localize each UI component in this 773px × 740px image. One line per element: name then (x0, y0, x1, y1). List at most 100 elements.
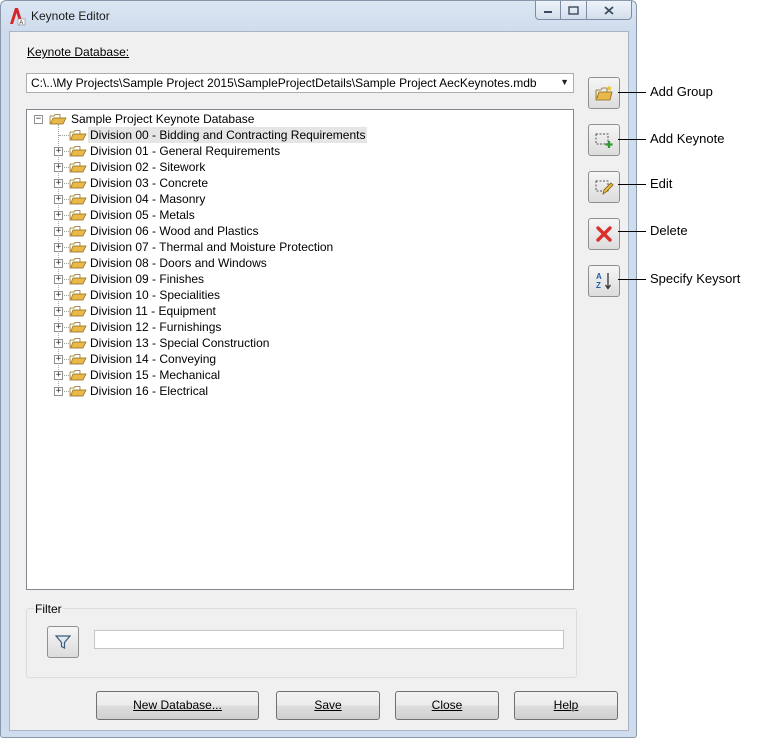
tree-root-label: Sample Project Keynote Database (71, 112, 255, 126)
svg-text:Z: Z (596, 281, 601, 290)
add-group-button[interactable] (588, 77, 620, 109)
expand-toggle-icon[interactable]: + (54, 147, 63, 156)
new-database-button[interactable]: New Database... (96, 691, 259, 720)
delete-icon (596, 226, 612, 242)
filter-input[interactable] (94, 630, 564, 649)
tree-node-label: Division 13 - Special Construction (90, 336, 270, 350)
keynote-tree[interactable]: − Sample Project Keynote Database Division… (26, 109, 574, 590)
tree-node-label: Division 07 - Thermal and Moisture Prote… (90, 240, 334, 254)
expand-toggle-icon[interactable]: + (54, 307, 63, 316)
minimize-button[interactable] (535, 1, 561, 20)
edit-button[interactable] (588, 171, 620, 203)
autocad-app-icon: A (10, 8, 26, 26)
folder-icon (69, 146, 87, 157)
close-button[interactable]: Close (395, 691, 499, 720)
tree-node-label: Division 08 - Doors and Windows (90, 256, 267, 270)
add-group-callout-line (618, 92, 646, 93)
expand-toggle-icon[interactable]: + (54, 371, 63, 380)
keynote-database-label: Keynote Database: (27, 45, 129, 59)
folder-icon (69, 242, 87, 253)
specify-keysort-callout: Specify Keysort (650, 271, 741, 286)
add-keynote-icon (595, 133, 613, 148)
expand-toggle-icon[interactable]: + (54, 339, 63, 348)
svg-text:A: A (596, 272, 602, 281)
folder-icon (69, 226, 87, 237)
tree-node-label: Division 03 - Concrete (90, 176, 209, 190)
restore-icon (568, 5, 579, 15)
tree-node-label: Division 14 - Conveying (90, 352, 217, 366)
expand-toggle-icon[interactable]: + (54, 323, 63, 332)
sort-az-icon: A Z (596, 272, 612, 290)
keynote-database-combobox[interactable]: C:\..\My Projects\Sample Project 2015\Sa… (26, 73, 574, 93)
tree-node-label: Division 02 - Sitework (90, 160, 206, 174)
delete-callout-line (618, 231, 646, 232)
keynote-database-path: C:\..\My Projects\Sample Project 2015\Sa… (31, 76, 537, 90)
window-title: Keynote Editor (31, 9, 110, 23)
tree-node-label: Division 09 - Finishes (90, 272, 205, 286)
delete-callout: Delete (650, 223, 688, 238)
add-group-icon (595, 85, 613, 101)
tree-connector (59, 135, 69, 136)
svg-text:A: A (19, 20, 23, 26)
keynote-editor-window: A Keynote Editor Keynote Database: C:\..… (0, 0, 637, 738)
folder-icon (69, 274, 87, 285)
minimize-icon (544, 11, 552, 13)
add-keynote-callout-line (618, 139, 646, 140)
edit-callout: Edit (650, 176, 673, 191)
folder-icon (69, 162, 87, 173)
folder-icon (69, 370, 87, 381)
folder-icon (69, 338, 87, 349)
window-controls (535, 1, 632, 21)
collapse-toggle-icon[interactable]: − (34, 115, 43, 124)
delete-button[interactable] (588, 218, 620, 250)
filter-button[interactable] (47, 626, 79, 658)
close-window-button[interactable] (587, 1, 632, 20)
expand-toggle-icon[interactable]: + (54, 179, 63, 188)
add-keynote-callout: Add Keynote (650, 131, 725, 146)
expand-toggle-icon[interactable]: + (54, 291, 63, 300)
folder-icon (69, 258, 87, 269)
tree-node-label: Division 11 - Equipment (90, 304, 216, 318)
add-keynote-button[interactable] (588, 124, 620, 156)
tree-node-label: Division 16 - Electrical (90, 384, 209, 398)
save-button[interactable]: Save (276, 691, 380, 720)
help-button[interactable]: Help (514, 691, 618, 720)
expand-toggle-icon[interactable]: + (54, 259, 63, 268)
expand-toggle-icon[interactable]: + (54, 243, 63, 252)
tree-node-label: Division 10 - Specialities (90, 288, 221, 302)
edit-callout-line (618, 184, 646, 185)
keynote-database-label-text: Keynote Database: (27, 45, 130, 59)
folder-icon (69, 194, 87, 205)
dropdown-arrow-icon[interactable]: ▼ (560, 77, 569, 87)
title-bar[interactable]: A Keynote Editor (1, 1, 636, 31)
dialog-client-area: Keynote Database: C:\..\My Projects\Samp… (9, 31, 629, 731)
add-group-callout: Add Group (650, 84, 713, 99)
folder-icon (69, 178, 87, 189)
expand-toggle-icon[interactable]: + (54, 275, 63, 284)
specify-keysort-callout-line (618, 279, 646, 280)
expand-toggle-icon[interactable]: + (54, 195, 63, 204)
expand-toggle-icon[interactable]: + (54, 211, 63, 220)
specify-keysort-button[interactable]: A Z (588, 265, 620, 297)
folder-icon (69, 290, 87, 301)
tree-node-label: Division 00 - Bidding and Contracting Re… (88, 127, 368, 143)
folder-icon (69, 130, 87, 141)
tree-node-label: Division 01 - General Requirements (90, 144, 281, 158)
expand-toggle-icon[interactable]: + (54, 227, 63, 236)
filter-label: Filter (34, 602, 63, 616)
tree-node-label: Division 12 - Furnishings (90, 320, 222, 334)
folder-icon (69, 306, 87, 317)
expand-toggle-icon[interactable]: + (54, 163, 63, 172)
folder-icon (69, 322, 87, 333)
expand-toggle-icon[interactable]: + (54, 387, 63, 396)
tree-node-label: Division 15 - Mechanical (90, 368, 221, 382)
expand-toggle-icon[interactable]: + (54, 355, 63, 364)
tree-node-label: Division 06 - Wood and Plastics (90, 224, 259, 238)
folder-icon (69, 386, 87, 397)
funnel-icon (54, 635, 72, 649)
tree-node-label: Division 05 - Metals (90, 208, 195, 222)
edit-icon (595, 180, 614, 195)
folder-icon (69, 210, 87, 221)
folder-icon (69, 354, 87, 365)
maximize-button[interactable] (561, 1, 587, 20)
